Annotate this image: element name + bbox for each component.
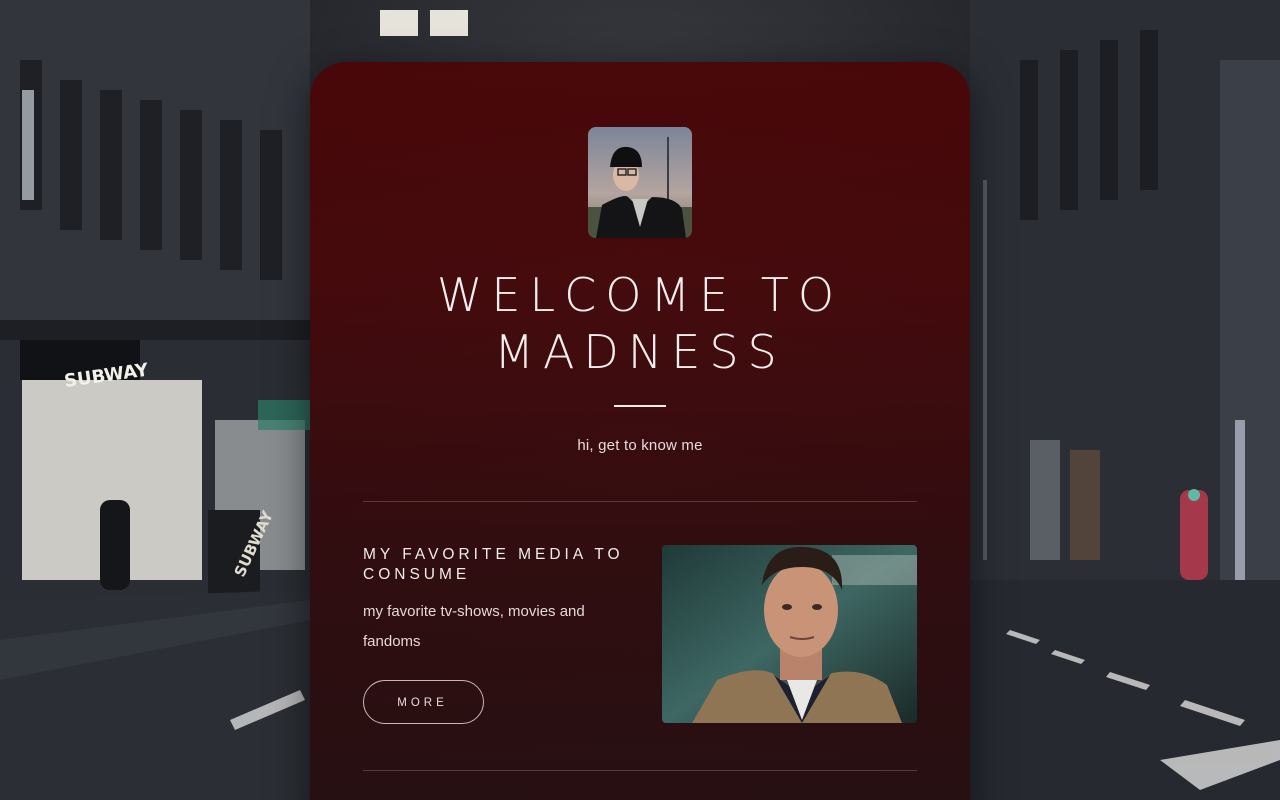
more-button[interactable]: MORE	[363, 680, 484, 724]
section-divider-bottom	[363, 770, 917, 771]
tv-still-image	[662, 545, 917, 723]
welcome-card: WELCOME TO MADNESS hi, get to know me MY…	[310, 62, 970, 800]
section-divider-top	[363, 501, 917, 502]
section-description: my favorite tv-shows, movies and fandoms	[363, 603, 585, 650]
page-title: WELCOME TO MADNESS	[436, 268, 844, 379]
section-heading: MY FAVORITE MEDIA TO CONSUME	[363, 546, 624, 583]
card-content: WELCOME TO MADNESS hi, get to know me MY…	[363, 62, 917, 800]
title-divider	[614, 405, 666, 407]
subtitle: hi, get to know me	[577, 437, 703, 454]
media-image	[662, 545, 917, 723]
profile-photo	[588, 127, 692, 238]
media-section: MY FAVORITE MEDIA TO CONSUME my favorite…	[363, 545, 917, 725]
avatar	[588, 127, 692, 238]
